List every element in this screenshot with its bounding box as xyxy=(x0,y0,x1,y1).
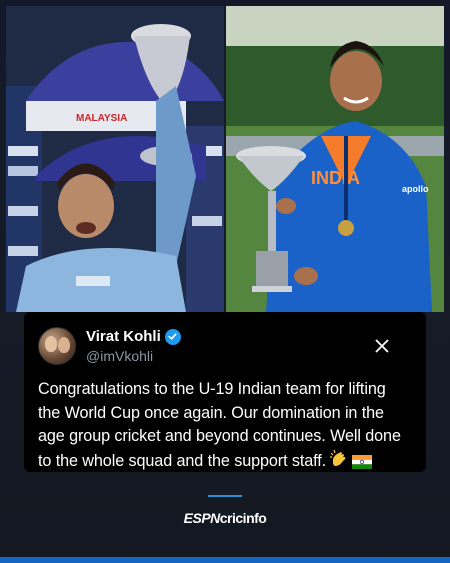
tweet-header: Virat Kohli @imVkohli xyxy=(38,326,410,366)
author-handle[interactable]: @imVkohli xyxy=(86,348,372,364)
brand-espn: ESPN xyxy=(183,510,221,526)
india-flag-icon xyxy=(352,454,373,469)
espncricinfo-logo: ESPNcricinfo xyxy=(0,510,450,526)
verified-badge-icon xyxy=(164,328,181,345)
brand-cricinfo: cricinfo xyxy=(219,510,267,526)
footer-divider xyxy=(208,495,242,497)
svg-text:INDIA: INDIA xyxy=(311,168,360,188)
svg-text:apollo: apollo xyxy=(402,184,429,194)
photo-u19-captain-trophy: INDIA apollo xyxy=(226,6,444,312)
author-display-name[interactable]: Virat Kohli xyxy=(86,328,161,345)
photo-kohli-trophy: MALAYSIA xyxy=(6,6,224,312)
tweet-author: Virat Kohli @imVkohli xyxy=(86,328,372,364)
x-logo-icon[interactable] xyxy=(372,336,392,356)
tweet-card[interactable]: Virat Kohli @imVkohli Congratulations to… xyxy=(24,312,426,472)
bottom-accent-bar xyxy=(0,557,450,563)
svg-text:MALAYSIA: MALAYSIA xyxy=(76,113,127,124)
clapping-hands-icon xyxy=(329,449,349,469)
avatar[interactable] xyxy=(38,327,76,365)
post-canvas: MALAYSIA INDIA apollo Virat Kohli @imVko… xyxy=(0,0,450,563)
tweet-text: Congratulations to the U-19 Indian team … xyxy=(38,378,410,473)
